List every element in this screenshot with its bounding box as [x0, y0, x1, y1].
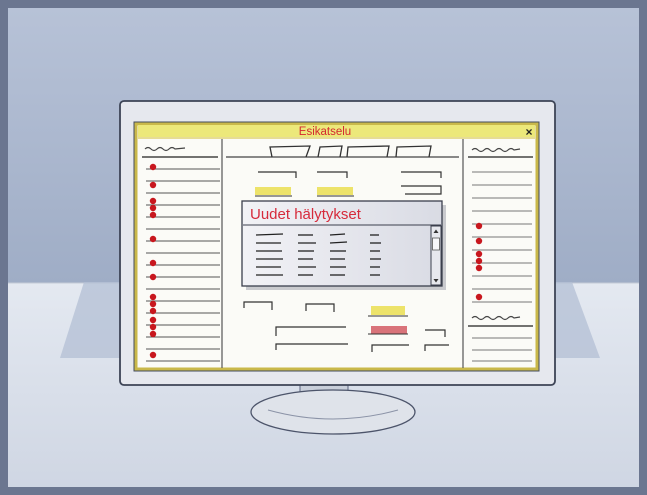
- red-dot-icon: [475, 264, 483, 272]
- red-dot-icon: [149, 307, 157, 315]
- red-dot-icon: [149, 330, 157, 338]
- red-dot-icon: [149, 323, 157, 331]
- red-dot-icon: [149, 351, 157, 359]
- red-dot-icon: [475, 237, 483, 245]
- red-dot-icon: [149, 259, 157, 267]
- popup-title: Uudet hälytykset: [250, 206, 362, 223]
- red-dot-icon: [149, 235, 157, 243]
- red-dot-icon: [149, 204, 157, 212]
- red-dot-icon: [149, 273, 157, 281]
- sketch-scene: Esikatselu × Uudet hälytykset: [0, 0, 647, 495]
- red-dot-icon: [475, 293, 483, 301]
- red-dot-icon: [149, 316, 157, 324]
- highlight-yellow-field: [255, 187, 291, 195]
- window-title: Esikatselu: [299, 126, 351, 138]
- scrollbar-thumb[interactable]: [432, 237, 440, 251]
- red-dot-icon: [149, 211, 157, 219]
- highlight-yellow-field: [317, 187, 353, 195]
- red-dot-icon: [149, 300, 157, 308]
- red-dot-icon: [475, 222, 483, 230]
- popup-scrollbar[interactable]: [430, 225, 442, 286]
- red-dot-icon: [149, 197, 157, 205]
- alerts-popup: Uudet hälytykset: [241, 200, 446, 290]
- red-dot-icon: [149, 293, 157, 301]
- close-icon[interactable]: ×: [525, 125, 532, 139]
- red-dot-icon: [475, 257, 483, 265]
- highlight-yellow-field: [371, 306, 405, 315]
- highlight-red-field: [371, 326, 407, 334]
- red-dot-icon: [149, 181, 157, 189]
- red-dot-icon: [149, 163, 157, 171]
- red-dot-icon: [475, 250, 483, 258]
